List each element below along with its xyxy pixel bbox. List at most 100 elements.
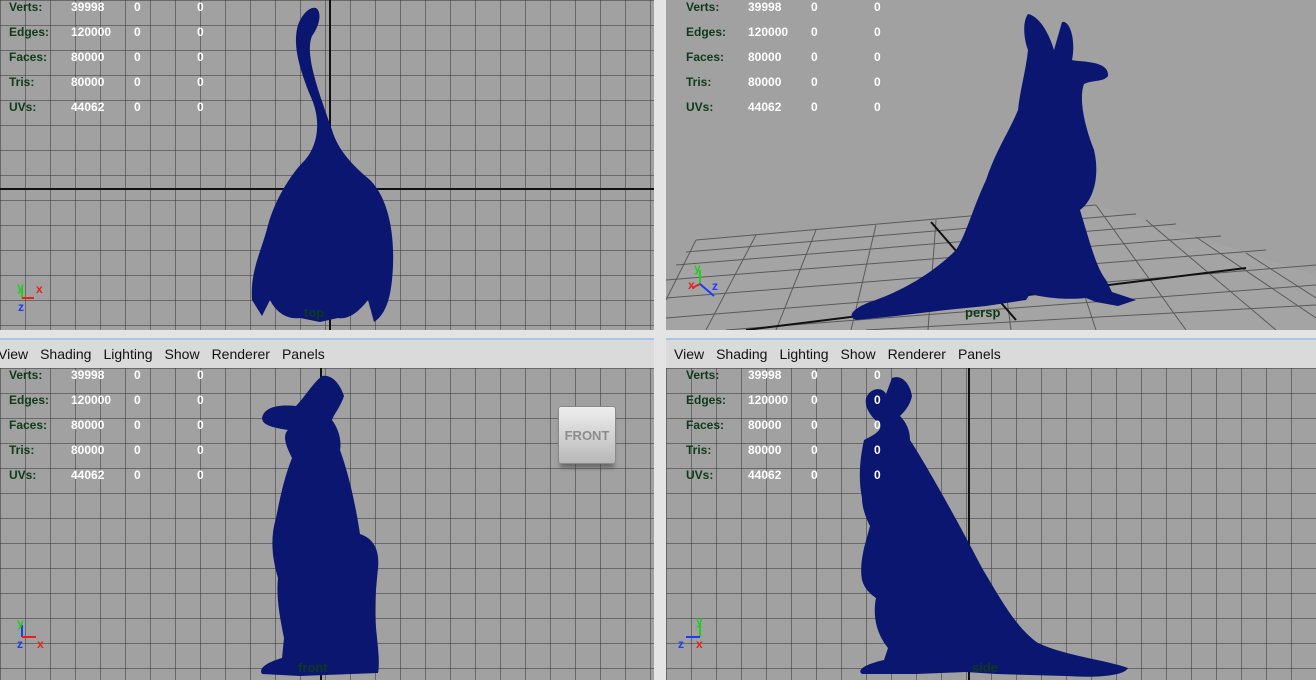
hud-value: 0 — [134, 0, 141, 14]
hud-label: Tris: — [9, 75, 35, 89]
hud-label: Edges: — [9, 25, 50, 39]
hud-value: 80000 — [748, 418, 782, 432]
hud-value: 0 — [811, 393, 818, 407]
hud-value: 44062 — [71, 468, 105, 482]
hud-label: Verts: — [9, 0, 43, 14]
hud-value: 120000 — [748, 25, 789, 39]
hud-value: 0 — [811, 443, 818, 457]
hud-value: 0 — [197, 418, 204, 432]
menu-panels[interactable]: Panels — [282, 346, 325, 362]
axis-x-letter: x — [37, 637, 44, 651]
axis-z-letter: z — [17, 637, 23, 651]
hud-value: 0 — [197, 393, 204, 407]
axis-gizmo-persp: y x z — [686, 261, 726, 302]
hud-label: UVs: — [9, 100, 37, 114]
menu-shading[interactable]: Shading — [716, 346, 767, 362]
viewport-side[interactable]: side y z x Verts: 39998 0 0 Edges: 120000 0 0 … — [666, 368, 1316, 680]
hud-label: Edges: — [686, 393, 727, 407]
hud-label: Verts: — [9, 368, 43, 382]
hud-value: 0 — [134, 443, 141, 457]
viewport-panel-persp[interactable]: persp y x z Verts: 39998 0 0 Edges: 120000 0 0… — [666, 0, 1316, 330]
menu-shading[interactable]: Shading — [40, 346, 91, 362]
hud-value: 0 — [811, 418, 818, 432]
camera-label-persp: persp — [965, 305, 1001, 320]
menu-show[interactable]: Show — [165, 346, 200, 362]
hud-value: 80000 — [748, 50, 782, 64]
view-cube[interactable]: FRONT — [558, 406, 616, 464]
hud-value: 0 — [811, 100, 818, 114]
menu-lighting[interactable]: Lighting — [103, 346, 152, 362]
menu-panels[interactable]: Panels — [958, 346, 1001, 362]
viewport-panel-front[interactable]: View Shading Lighting Show Renderer Pane… — [0, 338, 654, 680]
hud-value: 39998 — [748, 0, 782, 14]
menu-lighting[interactable]: Lighting — [779, 346, 828, 362]
hud-value: 0 — [811, 25, 818, 39]
svg-text:y: y — [17, 616, 24, 630]
hud-label: Edges: — [686, 25, 727, 39]
panel-divider-vertical[interactable] — [654, 0, 666, 680]
hud-value: 0 — [874, 418, 881, 432]
hud-label: Tris: — [686, 443, 712, 457]
axis-z-letter: z — [678, 637, 684, 651]
hud-label: Faces: — [686, 418, 725, 432]
viewport-front[interactable]: FRONT front y z x Verts: 39998 0 0 Edges: 12… — [0, 368, 654, 680]
viewport-panel-top[interactable]: top y x z Verts: 39998 0 0 Edges: 120000 0 0 F… — [0, 0, 654, 330]
hud-label: Verts: — [686, 368, 720, 382]
hud-value: 0 — [134, 75, 141, 89]
hud-value: 80000 — [71, 443, 105, 457]
menu-show[interactable]: Show — [841, 346, 876, 362]
viewport-persp[interactable]: persp y x z Verts: 39998 0 0 Edges: 120000 0 0… — [666, 0, 1316, 330]
axis-gizmo-side: y z x — [674, 613, 714, 653]
hud-value: 0 — [874, 100, 881, 114]
axis-x-letter: x — [688, 278, 695, 292]
kangaroo-mesh-front[interactable] — [0, 368, 654, 680]
axis-y-letter: y — [696, 614, 703, 628]
hud-value: 0 — [811, 468, 818, 482]
hud-label: Verts: — [686, 0, 720, 14]
hud-label: UVs: — [686, 100, 714, 114]
hud-value: 80000 — [71, 50, 105, 64]
axis-x-letter: x — [696, 637, 703, 651]
menu-renderer[interactable]: Renderer — [888, 346, 946, 362]
camera-label-front: front — [298, 660, 328, 675]
hud-value: 0 — [811, 368, 818, 382]
hud-value: 0 — [811, 75, 818, 89]
panel-divider-horizontal[interactable] — [0, 330, 1316, 338]
hud-value: 120000 — [71, 393, 112, 407]
viewport-top[interactable]: top y x z Verts: 39998 0 0 Edges: 120000 0 0 F… — [0, 0, 654, 330]
hud-value: 0 — [874, 75, 881, 89]
hud-value: 0 — [874, 468, 881, 482]
menu-renderer[interactable]: Renderer — [212, 346, 270, 362]
hud-value: 0 — [197, 0, 204, 14]
hud-value: 80000 — [71, 418, 105, 432]
hud-label: Faces: — [686, 50, 725, 64]
hud-value: 0 — [134, 50, 141, 64]
menu-view[interactable]: View — [0, 346, 28, 362]
hud-label: UVs: — [686, 468, 714, 482]
hud-value: 0 — [197, 368, 204, 382]
hud-value: 0 — [811, 0, 818, 14]
hud-value: 0 — [811, 50, 818, 64]
hud-value: 44062 — [71, 100, 105, 114]
hud-value: 44062 — [748, 468, 782, 482]
camera-label-side: side — [972, 660, 999, 675]
hud-value: 39998 — [71, 0, 105, 14]
viewport-panel-side[interactable]: View Shading Lighting Show Renderer Pane… — [666, 338, 1316, 680]
hud-value: 0 — [197, 50, 204, 64]
hud-value: 120000 — [71, 25, 112, 39]
panel-menu-bar: View Shading Lighting Show Renderer Pane… — [0, 338, 654, 368]
panel-menu-bar: View Shading Lighting Show Renderer Pane… — [666, 338, 1316, 368]
hud-value: 39998 — [71, 368, 105, 382]
camera-label-top: top — [304, 305, 325, 320]
hud-value: 0 — [197, 443, 204, 457]
hud-value: 39998 — [748, 368, 782, 382]
hud-label: Tris: — [9, 443, 35, 457]
kangaroo-mesh-side[interactable] — [666, 368, 1316, 680]
axis-y-letter: y — [17, 280, 24, 294]
axis-y-letter: y — [694, 262, 701, 275]
hud-value: 0 — [197, 75, 204, 89]
hud-value: 0 — [134, 418, 141, 432]
hud-value: 0 — [197, 468, 204, 482]
menu-view[interactable]: View — [674, 346, 704, 362]
hud-value: 0 — [874, 368, 881, 382]
